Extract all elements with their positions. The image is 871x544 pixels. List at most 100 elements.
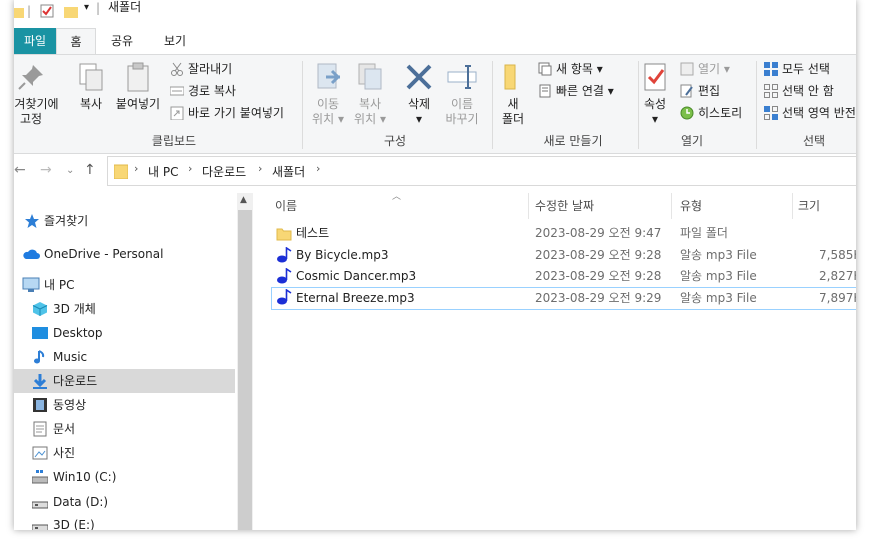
tab-home[interactable]: 홈 xyxy=(56,28,96,55)
up-arrow-icon[interactable]: ↑ xyxy=(84,162,96,178)
move-to-label-line1: 이동 xyxy=(316,97,340,111)
nav-item-drive-c[interactable]: Win10 (C:) xyxy=(14,465,235,489)
folder-icon xyxy=(113,163,129,182)
nav-item-3d-objects[interactable]: 3D 개체 xyxy=(14,297,235,321)
nav-pane-scrollbar[interactable]: ▲ xyxy=(237,193,253,530)
copy-to-icon xyxy=(350,61,390,93)
edit-button[interactable]: 편집 xyxy=(680,82,720,100)
paste-shortcut-label: 바로 가기 붙여넣기 xyxy=(188,106,284,120)
file-date: 2023-08-29 오전 9:29 xyxy=(535,291,662,305)
properties-button[interactable]: 속성 ▾ xyxy=(640,61,670,127)
open-icon xyxy=(680,62,694,76)
delete-label: 삭제 xyxy=(407,97,431,111)
open-button[interactable]: 열기 ▾ xyxy=(680,60,730,78)
move-to-button[interactable]: 이동 위치 ▾ xyxy=(308,61,348,127)
paste-button[interactable]: 붙여넣기 xyxy=(112,61,164,112)
invert-selection-label: 선택 영역 반전 xyxy=(782,106,856,120)
copy-path-button[interactable]: 경로 복사 xyxy=(169,82,236,100)
navigation-pane: 즐겨찾기 OneDrive - Personal 내 PC 3D 개체 Desk… xyxy=(14,193,237,530)
breadcrumb-separator-icon: › xyxy=(134,162,139,175)
file-date: 2023-08-29 오전 9:28 xyxy=(535,269,662,283)
breadcrumb-new-folder[interactable]: 새폴더 xyxy=(272,163,305,180)
edit-label: 편집 xyxy=(698,84,721,98)
tab-view[interactable]: 보기 xyxy=(154,28,196,54)
scrollbar-thumb[interactable] xyxy=(238,210,252,530)
new-folder-icon xyxy=(496,61,530,93)
nav-label: 3D 개체 xyxy=(53,302,96,316)
new-folder-button[interactable]: 새 폴더 xyxy=(496,61,530,127)
breadcrumb-this-pc[interactable]: 내 PC xyxy=(148,163,178,180)
scroll-up-arrow-icon[interactable]: ▲ xyxy=(240,195,247,205)
column-header-type[interactable]: 유형 xyxy=(680,193,790,219)
back-arrow-icon[interactable]: ← xyxy=(14,162,26,178)
breadcrumb-separator-icon[interactable]: › xyxy=(258,162,262,175)
file-type: 알송 mp3 File xyxy=(680,269,757,283)
column-divider[interactable] xyxy=(528,193,529,219)
nav-item-drive-e[interactable]: 3D (E:) xyxy=(14,513,235,530)
divider: | xyxy=(96,1,101,15)
delete-button[interactable]: 삭제 ▾ xyxy=(400,61,438,127)
file-row-selected[interactable]: Eternal Breeze.mp3 2023-08-29 오전 9:29 알송… xyxy=(271,287,856,310)
rename-button[interactable]: 이름 바꾸기 xyxy=(442,61,482,127)
breadcrumb-downloads[interactable]: 다운로드 xyxy=(202,163,246,180)
copy-to-button[interactable]: 복사 위치 ▾ xyxy=(350,61,390,127)
nav-item-music[interactable]: Music xyxy=(14,345,235,369)
select-none-button[interactable]: 선택 안 함 xyxy=(764,82,834,100)
file-name: 테스트 xyxy=(296,226,330,240)
forward-arrow-icon[interactable]: → xyxy=(40,162,52,178)
new-item-button[interactable]: 새 항목 ▾ xyxy=(538,60,603,78)
new-folder-qa-icon[interactable] xyxy=(64,4,78,21)
file-date: 2023-08-29 오전 9:28 xyxy=(535,248,662,262)
customize-qa-icon[interactable]: ▾ xyxy=(84,2,89,13)
file-row[interactable]: 테스트 2023-08-29 오전 9:47 파일 폴더 xyxy=(271,223,856,244)
column-divider[interactable] xyxy=(671,193,672,219)
tab-file[interactable]: 파일 xyxy=(14,28,56,54)
column-header-date-modified[interactable]: 수정한 날짜 xyxy=(535,193,665,219)
file-name: Eternal Breeze.mp3 xyxy=(296,291,415,305)
document-icon xyxy=(32,421,48,437)
nav-label: Win10 (C:) xyxy=(53,470,117,484)
easy-access-label: 빠른 연결 xyxy=(556,84,604,98)
tab-share[interactable]: 공유 xyxy=(102,28,142,54)
nav-item-drive-d[interactable]: Data (D:) xyxy=(14,490,235,514)
select-all-button[interactable]: 모두 선택 xyxy=(764,60,830,78)
properties-qa-icon[interactable] xyxy=(40,4,54,21)
new-group-label: 새로 만들기 xyxy=(543,134,603,148)
copy-to-label-line2: 위치 xyxy=(354,112,377,126)
file-row[interactable]: By Bicycle.mp3 2023-08-29 오전 9:28 알송 mp3… xyxy=(271,245,856,266)
copy-button[interactable]: 복사 xyxy=(72,61,110,112)
picture-icon xyxy=(32,445,48,461)
move-to-label-line2: 위치 xyxy=(312,112,335,126)
nav-item-quick-access[interactable]: 즐겨찾기 xyxy=(14,209,235,233)
history-button[interactable]: 히스토리 xyxy=(680,104,742,122)
file-name: Cosmic Dancer.mp3 xyxy=(296,269,417,283)
video-icon xyxy=(32,397,48,413)
nav-item-downloads[interactable]: 다운로드 xyxy=(14,369,235,393)
nav-item-videos[interactable]: 동영상 xyxy=(14,393,235,417)
recent-locations-chevron-icon[interactable]: ⌄ xyxy=(66,165,74,176)
breadcrumb-separator-icon[interactable]: › xyxy=(188,162,192,175)
nav-label: Desktop xyxy=(53,326,103,340)
file-type: 알송 mp3 File xyxy=(680,291,757,305)
column-header-size[interactable]: 크기 xyxy=(798,193,856,219)
file-row[interactable]: Cosmic Dancer.mp3 2023-08-29 오전 9:28 알송 … xyxy=(271,266,856,287)
select-none-icon xyxy=(764,84,778,98)
paste-shortcut-icon xyxy=(170,106,184,121)
column-header-name[interactable]: 이름 xyxy=(275,193,525,219)
breadcrumb-separator-icon[interactable]: › xyxy=(316,162,320,175)
nav-label: Music xyxy=(53,350,88,364)
nav-item-documents[interactable]: 문서 xyxy=(14,417,235,441)
cut-button[interactable]: 잘라내기 xyxy=(170,60,232,78)
copy-path-icon xyxy=(169,84,185,98)
pin-quick-access-button[interactable]: 즐겨찾기에 고정 xyxy=(14,61,64,127)
edit-icon xyxy=(680,84,694,98)
nav-item-this-pc[interactable]: 내 PC xyxy=(14,273,235,297)
nav-item-desktop[interactable]: Desktop xyxy=(14,321,235,345)
address-bar[interactable]: › 내 PC › 다운로드 › 새폴더 › xyxy=(107,156,856,186)
nav-item-onedrive[interactable]: OneDrive - Personal xyxy=(14,242,235,266)
invert-selection-button[interactable]: 선택 영역 반전 xyxy=(764,104,856,122)
column-divider[interactable] xyxy=(792,193,793,219)
nav-item-pictures[interactable]: 사진 xyxy=(14,441,235,465)
easy-access-button[interactable]: 빠른 연결 ▾ xyxy=(538,82,614,100)
paste-shortcut-button[interactable]: 바로 가기 붙여넣기 xyxy=(170,104,284,122)
